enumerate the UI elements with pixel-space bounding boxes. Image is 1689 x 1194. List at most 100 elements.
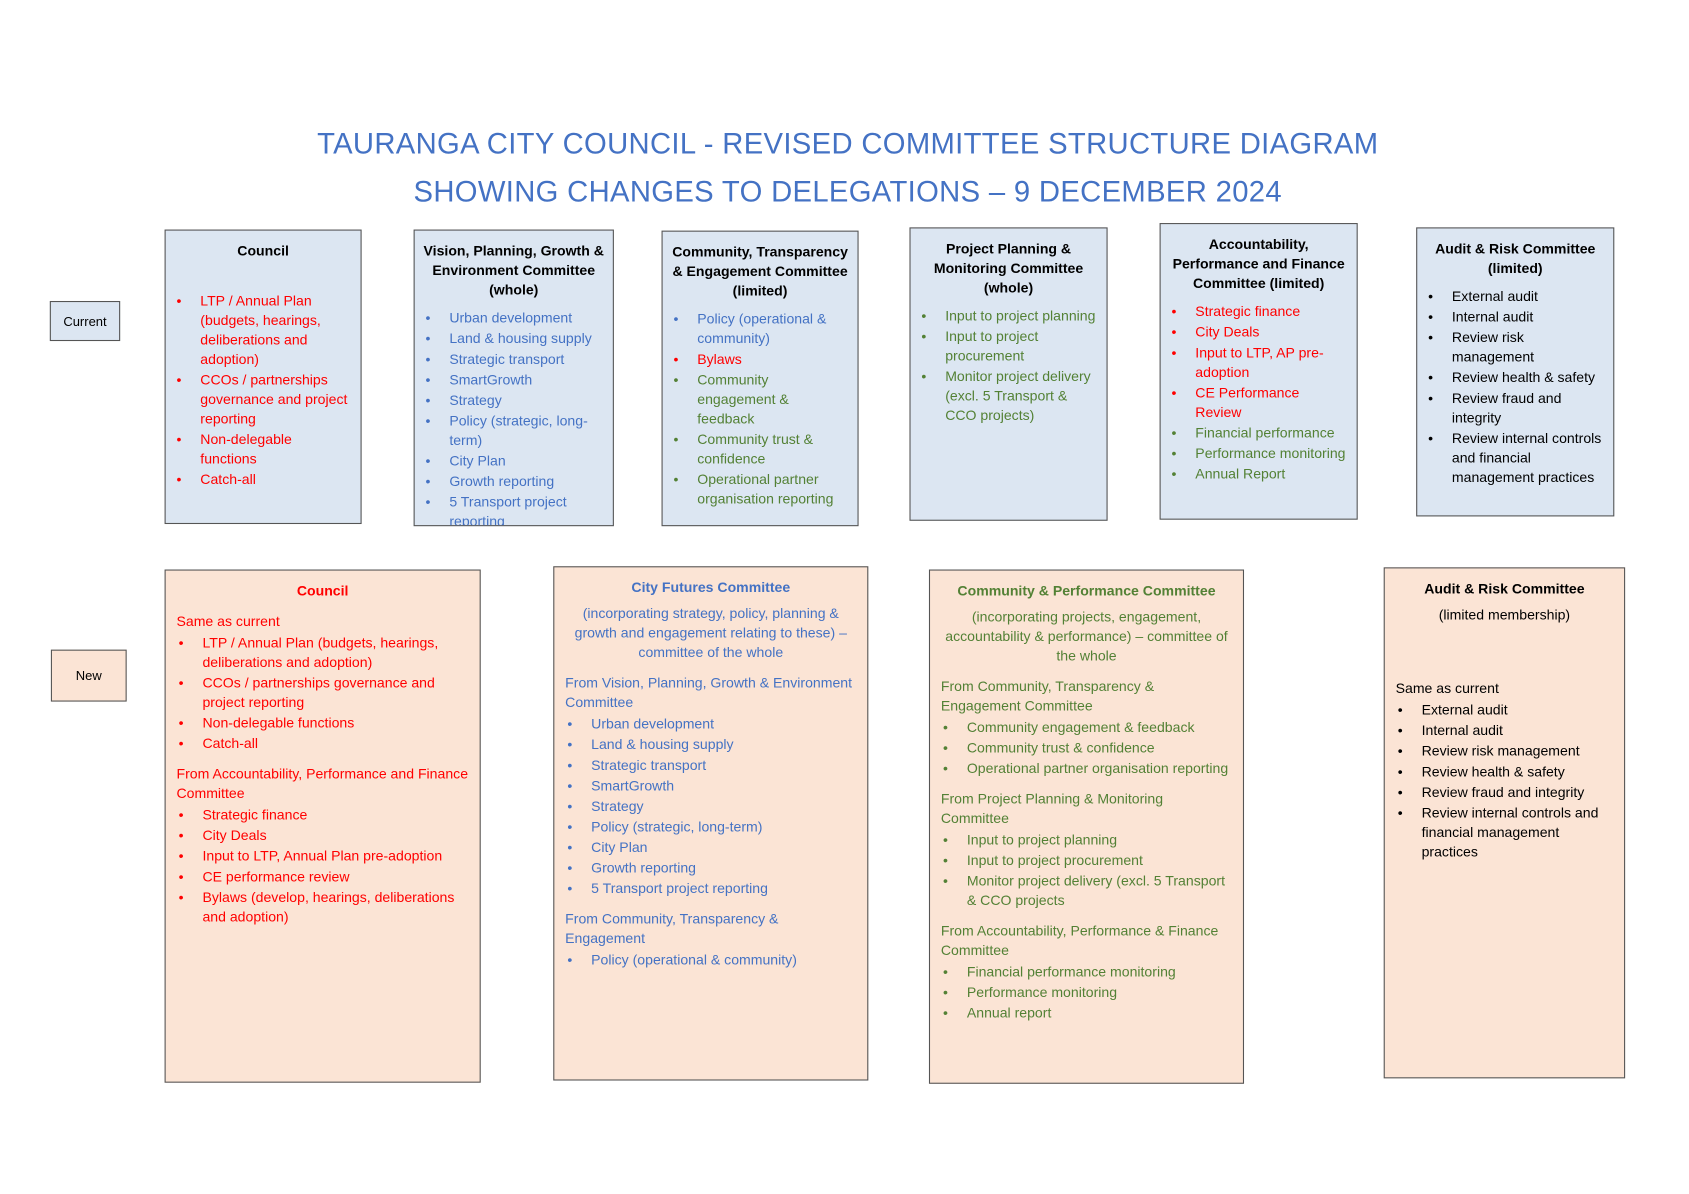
new-committee-box: Community & Performance Committee (incorp… — [928, 569, 1245, 1084]
bullet-icon: • — [567, 818, 573, 835]
item-text: Strategic transport — [449, 350, 565, 368]
list-item: • Performance monitoring — [1169, 444, 1348, 463]
committee-heading: Accountability, Performance and Finance … — [1172, 236, 1345, 292]
item-text: Internal audit — [1451, 308, 1534, 325]
list-item: • Community trust & confidence — [671, 430, 849, 469]
item-text: Review health & safety — [1421, 763, 1565, 780]
bullet-list: • Input to project planning • Input to proj… — [941, 830, 1232, 910]
bullet-list: • Strategic finance • City Deals • Input to L… — [1169, 302, 1348, 484]
item-text: Review internal controls and financial m… — [1451, 429, 1602, 486]
list-item: • Bylaws — [671, 350, 849, 369]
bullet-icon: • — [178, 868, 184, 885]
bullet-icon: • — [1428, 389, 1434, 407]
bullet-icon: • — [178, 827, 184, 844]
committee-heading: Project Planning & Monitoring Committee … — [933, 240, 1084, 296]
list-item: • Strategic transport — [565, 756, 856, 775]
item-text: LTP / Annual Plan (budgets, hearings, de… — [202, 634, 439, 671]
list-item: • Performance monitoring — [941, 983, 1232, 1002]
bullet-icon: • — [178, 634, 184, 651]
item-text: Non-delegable functions — [202, 714, 355, 731]
bullet-icon: • — [921, 368, 927, 385]
list-item: • Input to project procurement — [941, 851, 1232, 870]
list-item: • Bylaws (develop, hearings, deliberation… — [176, 888, 468, 927]
bullet-icon: • — [1171, 465, 1177, 482]
bullet-icon: • — [1397, 783, 1403, 801]
list-item: • Input to project planning — [919, 306, 1098, 325]
item-text: City Deals — [1195, 323, 1260, 340]
list-item: • Strategic finance — [1169, 302, 1348, 321]
bullet-icon: • — [921, 328, 927, 345]
bullet-icon: • — [1171, 303, 1177, 320]
item-text: Operational partner organisation reporti… — [966, 760, 1229, 777]
bullet-icon: • — [1428, 429, 1434, 447]
bullet-icon: • — [567, 880, 573, 897]
list-item: • Internal audit — [1396, 721, 1614, 740]
committee-subtitle: (incorporating projects, engagement, acc… — [945, 608, 1228, 664]
bullet-icon: • — [673, 350, 679, 368]
item-text: Policy (strategic, long-term) — [591, 818, 763, 835]
bullet-icon: • — [567, 951, 573, 968]
item-text: Review internal controls and financial m… — [1421, 804, 1599, 860]
list-item: • Monitor project delivery (excl. 5 Trans… — [919, 367, 1098, 425]
list-item: • SmartGrowth — [565, 776, 856, 795]
current-committee-box: Project Planning & Monitoring Committee … — [909, 227, 1108, 521]
bullet-icon: • — [673, 310, 679, 327]
item-text: Input to LTP, AP pre-adoption — [1195, 344, 1324, 381]
bullet-list: • External audit • Internal audit • Review ri… — [1396, 701, 1614, 862]
item-text: Strategy — [591, 797, 644, 815]
list-item: • Annual report — [941, 1004, 1232, 1023]
bullet-icon: • — [1428, 369, 1434, 386]
bullet-icon: • — [943, 872, 948, 889]
section-heading: From Project Planning & Monitoring Commi… — [940, 790, 1164, 827]
list-item: • CE performance review — [176, 867, 468, 886]
item-text: Land & housing supply — [591, 736, 734, 753]
bullet-icon: • — [425, 350, 431, 368]
title-line-1: TAURANGA CITY COUNCIL - REVISED COMMITTE… — [317, 127, 1379, 161]
item-text: 5 Transport project reporting — [591, 880, 768, 897]
list-item: • Catch-all — [174, 470, 352, 489]
list-item: • CCOs / partnerships governance and proj… — [174, 370, 352, 428]
item-text: Input to project planning — [966, 831, 1118, 848]
item-text: Review risk management — [1421, 742, 1580, 759]
bullet-icon: • — [425, 473, 431, 490]
bullet-icon: • — [178, 806, 184, 823]
item-text: Monitor project delivery (excl. 5 Transp… — [945, 368, 1091, 424]
bullet-icon: • — [1397, 763, 1403, 780]
bullet-icon: • — [176, 292, 182, 309]
committee-heading: Community, Transparency & Engagement Com… — [672, 243, 848, 299]
bullet-icon: • — [1171, 323, 1177, 340]
bullet-icon: • — [943, 718, 948, 736]
bullet-list: • Input to project planning • Input to proj… — [919, 306, 1098, 425]
item-text: Policy (strategic, long-term) — [449, 412, 588, 449]
committee-subtitle: (incorporating strategy, policy, plannin… — [574, 605, 847, 661]
bullet-list: • Urban development • Land & housing supply… — [423, 309, 604, 525]
list-item: • City Plan — [423, 451, 604, 470]
bullet-icon: • — [567, 797, 573, 815]
list-item: • Input to LTP, Annual Plan pre-adoption — [176, 847, 468, 866]
item-text: SmartGrowth — [449, 371, 533, 388]
section-heading: From Community, Transparency & Engagemen… — [940, 677, 1155, 714]
bullet-icon: • — [1397, 742, 1403, 759]
list-item: • City Plan — [565, 838, 856, 857]
committee-heading: Vision, Planning, Growth & Environment C… — [423, 242, 604, 298]
item-text: Monitor project delivery (excl. 5 Transp… — [966, 872, 1226, 909]
section-heading: From Accountability, Performance & Finan… — [940, 922, 1219, 959]
item-text: Land & housing supply — [449, 330, 592, 347]
list-item: • Strategy — [565, 797, 856, 816]
bullet-icon: • — [178, 888, 184, 906]
item-text: Non-delegable functions — [200, 430, 292, 467]
current-committee-box: Accountability, Performance and Finance … — [1159, 223, 1358, 520]
item-text: Input to project planning — [945, 307, 1096, 324]
list-item: • Urban development — [565, 715, 856, 734]
list-item: • Non-delegable functions — [176, 713, 468, 732]
list-item: • 5 Transport project reporting — [565, 879, 856, 898]
item-text: Community engagement & feedback — [966, 718, 1195, 736]
item-text: LTP / Annual Plan (budgets, hearings, de… — [200, 292, 321, 368]
bullet-icon: • — [1171, 424, 1177, 441]
item-text: City Plan — [591, 839, 648, 856]
bullet-icon: • — [178, 674, 184, 691]
bullet-icon: • — [1428, 329, 1434, 346]
bullet-icon: • — [673, 470, 679, 488]
item-text: Growth reporting — [591, 859, 696, 876]
item-text: Annual report — [966, 1004, 1052, 1021]
